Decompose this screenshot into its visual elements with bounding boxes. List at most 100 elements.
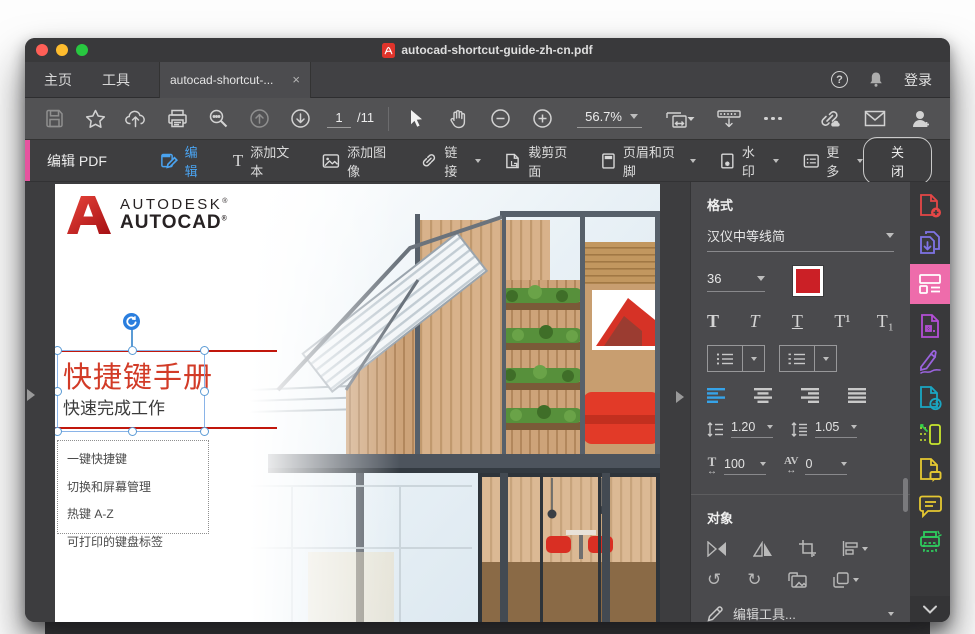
fit-width-icon[interactable]: [664, 106, 698, 132]
header-footer-button[interactable]: 页眉和页脚: [601, 142, 696, 180]
crop-pages-button[interactable]: 裁剪页面: [505, 142, 577, 180]
resize-handle-e[interactable]: [200, 387, 209, 396]
toc-item[interactable]: 可打印的键盘标签: [67, 533, 208, 550]
align-left-button[interactable]: [707, 388, 727, 403]
previous-page-icon[interactable]: [246, 106, 272, 132]
numbered-list-caret[interactable]: [815, 345, 837, 372]
rotate-ccw-button[interactable]: ↺: [707, 571, 721, 588]
notifications-bell-icon[interactable]: [868, 71, 884, 88]
zoom-window-button[interactable]: [76, 44, 88, 56]
replace-image-button[interactable]: [788, 572, 807, 588]
left-panel-expand-icon[interactable]: [27, 389, 35, 401]
page-number-input[interactable]: 1: [327, 110, 351, 128]
share-link-icon[interactable]: [816, 106, 842, 132]
zoom-level-dropdown[interactable]: 56.7%: [577, 109, 642, 128]
paragraph-spacing-control[interactable]: 1.05: [791, 420, 857, 438]
close-edit-mode-button[interactable]: 关闭: [863, 137, 932, 185]
more-tools-chevron[interactable]: [910, 596, 950, 622]
minimize-window-button[interactable]: [56, 44, 68, 56]
right-panel-expand-icon[interactable]: [676, 391, 684, 403]
resize-handle-nw[interactable]: [55, 346, 62, 355]
print-icon[interactable]: [164, 106, 190, 132]
superscript-button[interactable]: T¹: [834, 311, 876, 332]
edit-mode-button[interactable]: 编辑: [160, 142, 209, 180]
more-button[interactable]: 更多: [803, 142, 863, 180]
resize-handle-sw[interactable]: [55, 427, 62, 436]
help-icon[interactable]: ?: [831, 71, 848, 88]
resize-handle-s[interactable]: [128, 427, 137, 436]
tab-close-icon[interactable]: ×: [292, 72, 300, 87]
resize-handle-n[interactable]: [128, 346, 137, 355]
bullet-list-button[interactable]: [707, 345, 743, 372]
zoom-out-icon[interactable]: [487, 106, 513, 132]
toc-item[interactable]: 热键 A-Z: [67, 505, 208, 522]
edit-tools-dropdown[interactable]: 编辑工具...: [707, 604, 894, 622]
align-justify-button[interactable]: [848, 388, 868, 403]
add-image-button[interactable]: 添加图像: [322, 142, 396, 180]
more-tools-ellipsis-icon[interactable]: [760, 106, 786, 132]
share-cloud-icon[interactable]: [123, 106, 149, 132]
text-selection-box[interactable]: [57, 350, 205, 432]
character-spacing-value: 0: [805, 457, 812, 471]
page-total-label: /11: [357, 110, 374, 125]
tab-home[interactable]: 主页: [29, 70, 87, 90]
crop-object-button[interactable]: [799, 540, 816, 557]
font-size-dropdown[interactable]: 36: [707, 271, 765, 292]
tab-tools[interactable]: 工具: [87, 70, 145, 90]
toc-item[interactable]: 切换和屏幕管理: [67, 478, 208, 495]
comment-icon[interactable]: [916, 492, 944, 520]
pdf-page[interactable]: AUTODESK® AUTOCAD® 快捷键手册 快速完成工作: [55, 184, 660, 622]
resize-handle-w[interactable]: [55, 387, 62, 396]
email-icon[interactable]: [862, 106, 888, 132]
print-production-icon[interactable]: [916, 528, 944, 556]
character-spacing-control[interactable]: AV↔ 0: [784, 456, 847, 476]
prepare-form-icon[interactable]: [916, 312, 944, 340]
send-for-review-icon[interactable]: [916, 384, 944, 412]
add-user-icon[interactable]: [908, 106, 934, 132]
titlebar: autocad-shortcut-guide-zh-cn.pdf: [25, 38, 950, 62]
bold-button[interactable]: T: [707, 311, 749, 332]
add-text-button[interactable]: T 添加文本: [233, 142, 298, 180]
line-spacing-control[interactable]: 1.20: [707, 420, 773, 438]
toc-item[interactable]: 一键快捷键: [67, 450, 208, 467]
flip-vertical-button[interactable]: [707, 541, 727, 557]
search-icon[interactable]: [205, 106, 231, 132]
flip-horizontal-button[interactable]: [753, 541, 773, 557]
save-icon[interactable]: [41, 106, 67, 132]
resize-handle-ne[interactable]: [200, 346, 209, 355]
align-center-button[interactable]: [754, 388, 774, 403]
close-window-button[interactable]: [36, 44, 48, 56]
italic-button[interactable]: T: [749, 311, 791, 332]
signin-button[interactable]: 登录: [904, 70, 932, 90]
resize-handle-se[interactable]: [200, 427, 209, 436]
font-color-swatch[interactable]: [793, 266, 823, 296]
link-button[interactable]: 链接: [420, 142, 481, 180]
request-signatures-icon[interactable]: [916, 456, 944, 484]
create-pdf-icon[interactable]: [916, 192, 944, 220]
toc-list-box[interactable]: 一键快捷键 切换和屏幕管理 热键 A-Z 可打印的键盘标签: [57, 440, 209, 534]
hand-tool-icon[interactable]: [445, 106, 471, 132]
edit-pdf-icon-active[interactable]: [910, 264, 950, 304]
align-right-button[interactable]: [801, 388, 821, 403]
star-icon[interactable]: [82, 106, 108, 132]
align-objects-button[interactable]: [842, 541, 868, 556]
rotate-cw-button[interactable]: ↻: [747, 571, 761, 588]
arrange-objects-button[interactable]: [833, 572, 859, 588]
subscript-button[interactable]: T₁: [877, 311, 894, 332]
select-tool-icon[interactable]: [403, 106, 429, 132]
document-tab[interactable]: autocad-shortcut-... ×: [159, 62, 311, 98]
page-fit-icon[interactable]: [714, 106, 744, 132]
rotation-handle[interactable]: [123, 313, 140, 330]
fill-sign-icon[interactable]: [916, 348, 944, 376]
font-family-dropdown[interactable]: 汉仪中等线简: [707, 226, 894, 252]
zoom-in-icon[interactable]: [529, 106, 555, 132]
bullet-list-caret[interactable]: [743, 345, 765, 372]
numbered-list-button[interactable]: [779, 345, 815, 372]
watermark-button[interactable]: 水印: [720, 142, 779, 180]
horizontal-scale-control[interactable]: T↔ 100: [707, 455, 766, 477]
organize-pages-icon[interactable]: [916, 420, 944, 448]
export-pdf-icon[interactable]: [916, 228, 944, 256]
underline-button[interactable]: T: [792, 311, 834, 332]
next-page-icon[interactable]: [287, 106, 313, 132]
panel-scrollbar[interactable]: [903, 478, 908, 512]
